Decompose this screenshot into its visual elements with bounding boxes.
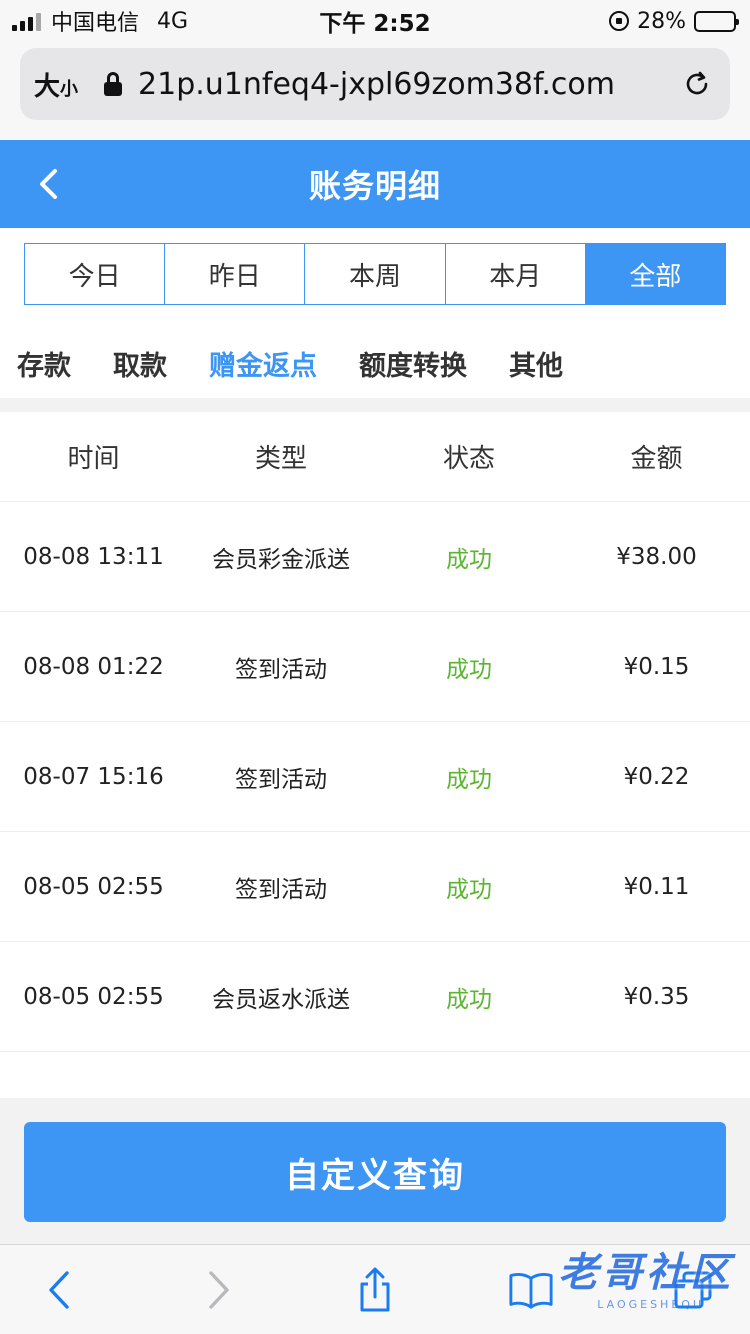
- transaction-table[interactable]: 时间 类型 状态 金额 08-08 13:11 会员彩金派送 成功 ¥38.00…: [0, 412, 750, 1098]
- cell-type: 会员返水派送: [212, 986, 350, 1013]
- cell-type: 签到活动: [235, 766, 327, 793]
- browser-forward-button[interactable]: [196, 1267, 242, 1313]
- table-row[interactable]: 08-07 15:16 签到活动 成功 ¥0.22: [0, 722, 750, 832]
- cell-time: 08-05 02:55: [23, 873, 164, 900]
- cell-amount: ¥0.35: [623, 983, 690, 1010]
- url-box[interactable]: 大小 21p.u1nfeq4-jxpl69zom38f.com: [20, 48, 730, 120]
- cell-time: 08-08 13:11: [23, 543, 164, 570]
- cell-amount: ¥0.11: [623, 873, 690, 900]
- tabs-icon: [674, 1271, 712, 1309]
- cell-time: 08-08 01:22: [23, 653, 164, 680]
- tab-yesterday[interactable]: 昨日: [165, 244, 306, 304]
- column-header-status: 状态: [442, 444, 495, 474]
- browser-toolbar: [0, 1244, 750, 1334]
- url-text[interactable]: 21p.u1nfeq4-jxpl69zom38f.com: [138, 67, 682, 102]
- tab-today[interactable]: 今日: [25, 244, 166, 304]
- browser-back-button[interactable]: [36, 1267, 82, 1313]
- column-header-type: 类型: [254, 444, 307, 474]
- bookmarks-button[interactable]: [508, 1267, 554, 1313]
- chevron-left-icon: [49, 1271, 69, 1309]
- text-size-button[interactable]: 大小: [34, 66, 78, 103]
- back-button[interactable]: [26, 162, 70, 206]
- signal-icon: [12, 11, 41, 31]
- battery-icon: [694, 10, 739, 32]
- chevron-left-icon: [40, 169, 57, 199]
- tabs-button[interactable]: [670, 1267, 716, 1313]
- status-right: 28%: [609, 8, 739, 34]
- chevron-right-icon: [209, 1271, 229, 1309]
- share-icon: [360, 1267, 390, 1312]
- cell-type: 签到活动: [235, 876, 327, 903]
- tab-all[interactable]: 全部: [585, 244, 726, 304]
- text-size-big: 大: [34, 71, 61, 102]
- table-row[interactable]: 08-08 01:22 签到活动 成功 ¥0.15: [0, 612, 750, 722]
- tab-this-week[interactable]: 本周: [305, 244, 446, 304]
- tab-transfer[interactable]: 额度转换: [359, 344, 467, 383]
- book-icon: [509, 1272, 553, 1309]
- cell-amount: ¥38.00: [616, 543, 697, 570]
- date-range-tabs: 今日 昨日 本周 本月 全部: [24, 243, 726, 305]
- table-row[interactable]: 08-05 02:55 会员返水派送 成功 ¥0.35: [0, 942, 750, 1052]
- network-label: 4G: [157, 8, 189, 34]
- tab-deposit[interactable]: 存款: [17, 344, 71, 383]
- cell-status: 成功: [446, 656, 492, 683]
- cell-status: 成功: [446, 876, 492, 903]
- column-header-time: 时间: [67, 444, 120, 474]
- cell-status: 成功: [446, 986, 492, 1013]
- cell-amount: ¥0.15: [623, 653, 690, 680]
- cell-time: 08-07 15:16: [23, 763, 164, 790]
- page-title: 账务明细: [308, 167, 441, 205]
- filter-area: 今日 昨日 本周 本月 全部 存款 取款 赠金返点 额度转换 其他: [0, 228, 750, 398]
- tab-bonus-rebate[interactable]: 赠金返点: [209, 344, 317, 383]
- orientation-lock-icon: [609, 11, 630, 31]
- cell-time: 08-05 02:55: [23, 983, 164, 1010]
- transaction-type-tabs: 存款 取款 赠金返点 额度转换 其他: [0, 338, 750, 388]
- table-row[interactable]: 08-05 02:55 签到活动 成功 ¥0.11: [0, 832, 750, 942]
- cell-status: 成功: [446, 766, 492, 793]
- column-header-amount: 金额: [630, 444, 683, 474]
- table-row[interactable]: 08-08 13:11 会员彩金派送 成功 ¥38.00: [0, 502, 750, 612]
- lock-icon: [104, 72, 123, 96]
- status-left: 中国电信 4G: [12, 5, 188, 37]
- app-header: 账务明细: [0, 140, 750, 228]
- table-row-partial[interactable]: [0, 1052, 750, 1098]
- query-area: 自定义查询: [0, 1098, 750, 1244]
- carrier-label: 中国电信: [51, 11, 140, 36]
- status-bar: 中国电信 4G 下午 2:52 28%: [0, 0, 750, 42]
- text-size-small: 小: [60, 78, 79, 100]
- browser-address-bar: 大小 21p.u1nfeq4-jxpl69zom38f.com: [0, 42, 750, 140]
- cell-amount: ¥0.22: [623, 763, 690, 790]
- custom-query-button[interactable]: 自定义查询: [24, 1122, 726, 1222]
- tab-other[interactable]: 其他: [509, 344, 563, 383]
- battery-percent: 28%: [637, 8, 686, 34]
- cell-status: 成功: [446, 546, 492, 573]
- table-header: 时间 类型 状态 金额: [0, 412, 750, 502]
- reload-icon[interactable]: [682, 69, 712, 99]
- cell-type: 会员彩金派送: [212, 546, 350, 573]
- cell-type: 签到活动: [235, 656, 327, 683]
- tab-this-month[interactable]: 本月: [445, 244, 586, 304]
- share-button[interactable]: [352, 1267, 398, 1313]
- tab-withdraw[interactable]: 取款: [113, 344, 167, 383]
